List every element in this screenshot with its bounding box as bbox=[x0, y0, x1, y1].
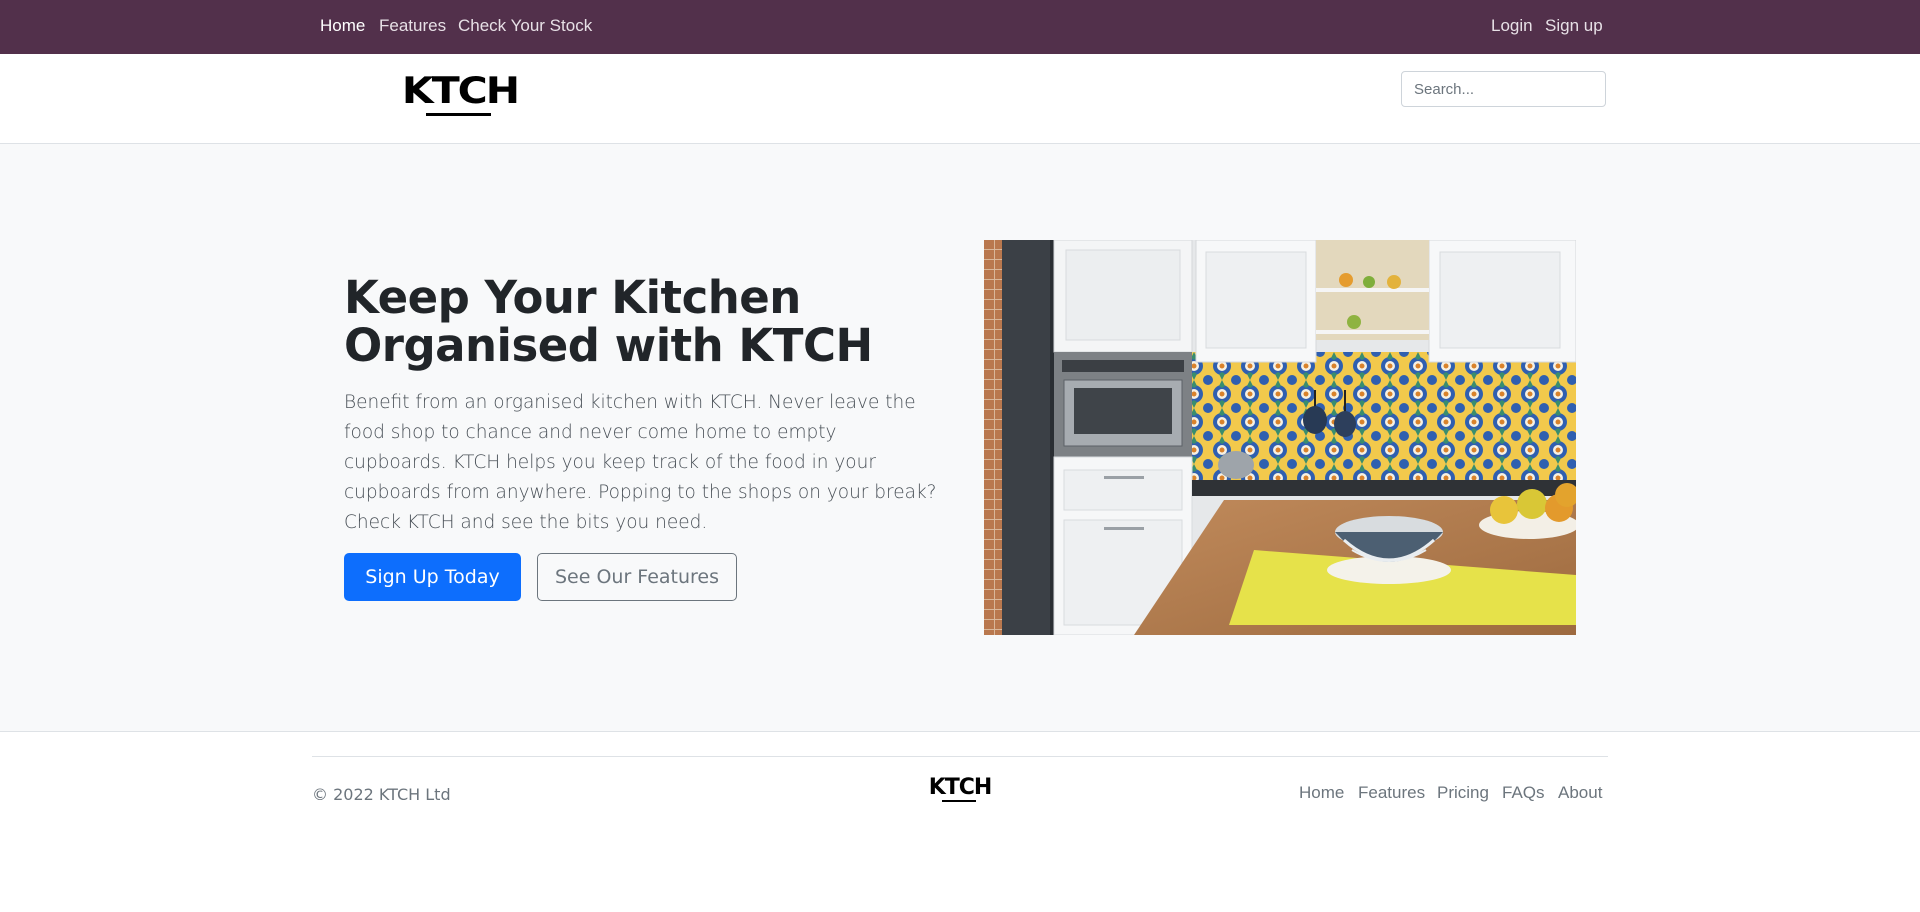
signup-link[interactable]: Sign up bbox=[1545, 16, 1603, 36]
see-features-button[interactable]: See Our Features bbox=[537, 553, 737, 601]
hero-title: Keep Your Kitchen Organised with KTCH bbox=[344, 271, 873, 372]
footer-logo-wordmark: KTCH bbox=[928, 775, 993, 800]
site-header: KTCH bbox=[0, 54, 1920, 144]
hero-description: Benefit from an organised kitchen with K… bbox=[344, 392, 937, 533]
login-link[interactable]: Login bbox=[1491, 16, 1533, 36]
nav-link-features[interactable]: Features bbox=[379, 16, 446, 36]
kitchen-photo bbox=[984, 240, 1576, 635]
logo-underline bbox=[426, 113, 491, 116]
hero-section: Keep Your Kitchen Organised with KTCH Be… bbox=[0, 144, 1920, 732]
ktch-logo[interactable]: KTCH bbox=[384, 73, 536, 119]
logo-wordmark: KTCH bbox=[401, 69, 520, 112]
footer-ktch-logo[interactable]: KTCH bbox=[920, 777, 1000, 803]
search-input[interactable] bbox=[1401, 71, 1606, 107]
copyright-text: © 2022 KTCH Ltd bbox=[312, 785, 451, 804]
footer-logo-underline bbox=[942, 800, 976, 802]
footer-link-pricing[interactable]: Pricing bbox=[1437, 783, 1489, 803]
sign-up-today-button[interactable]: Sign Up Today bbox=[344, 553, 521, 601]
footer-link-features[interactable]: Features bbox=[1358, 783, 1425, 803]
footer-link-faqs[interactable]: FAQs bbox=[1502, 783, 1545, 803]
top-navbar: Home Features Check Your Stock Login Sig… bbox=[0, 0, 1920, 54]
footer-link-about[interactable]: About bbox=[1558, 783, 1602, 803]
nav-link-check-stock[interactable]: Check Your Stock bbox=[458, 16, 592, 36]
footer-link-home[interactable]: Home bbox=[1299, 783, 1344, 803]
nav-link-home[interactable]: Home bbox=[320, 16, 365, 36]
footer-divider bbox=[312, 756, 1608, 757]
